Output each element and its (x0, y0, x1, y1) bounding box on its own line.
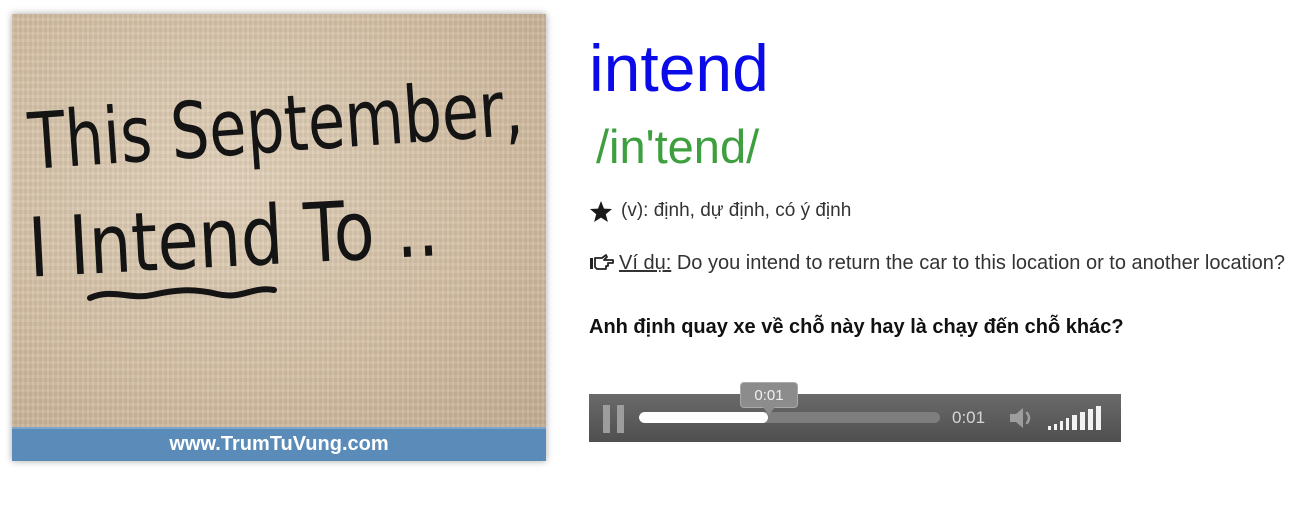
example-sentence: Ví dụ: Do you intend to return the car t… (589, 248, 1299, 282)
volume-bar[interactable] (1048, 426, 1051, 430)
handwriting-line-2: I Intend To .. (26, 180, 440, 296)
site-url-banner: www.TrumTuVung.com (12, 427, 546, 461)
volume-bar[interactable] (1066, 418, 1069, 430)
handwritten-note-image: This September, I Intend To .. (12, 14, 546, 427)
volume-bar[interactable] (1088, 409, 1093, 430)
current-time: 0:01 (952, 408, 986, 427)
speaker-icon[interactable] (1008, 405, 1040, 431)
volume-bar[interactable] (1054, 424, 1057, 430)
volume-bar[interactable] (1060, 421, 1063, 430)
hand-pointing-icon (589, 251, 615, 282)
progress-bar-fill (639, 412, 769, 423)
phonetic-transcription: /in'tend/ (596, 120, 760, 173)
example-text: Do you intend to return the car to this … (676, 252, 1285, 274)
vocabulary-word: intend (589, 31, 769, 105)
progress-bar[interactable] (639, 412, 940, 423)
star-icon (590, 200, 612, 222)
example-translation: Anh định quay xe về chỗ này hay là chạy … (589, 316, 1124, 338)
handwriting-line-1: This September, (25, 64, 526, 188)
word-illustration-card: This September, I Intend To .. www.TrumT… (12, 14, 546, 461)
pause-icon[interactable] (603, 405, 627, 433)
time-tooltip: 0:01 (740, 382, 798, 415)
audio-player[interactable]: 0:01 (589, 394, 1121, 442)
volume-bar[interactable] (1096, 406, 1101, 430)
meaning-text: (v): định, dự định, có ý định (621, 200, 852, 221)
volume-bar[interactable] (1080, 412, 1085, 430)
volume-slider[interactable] (1048, 406, 1110, 430)
volume-bar[interactable] (1072, 415, 1077, 430)
example-label: Ví dụ: (619, 252, 672, 274)
word-meaning: (v): định, dự định, có ý định (589, 198, 851, 224)
